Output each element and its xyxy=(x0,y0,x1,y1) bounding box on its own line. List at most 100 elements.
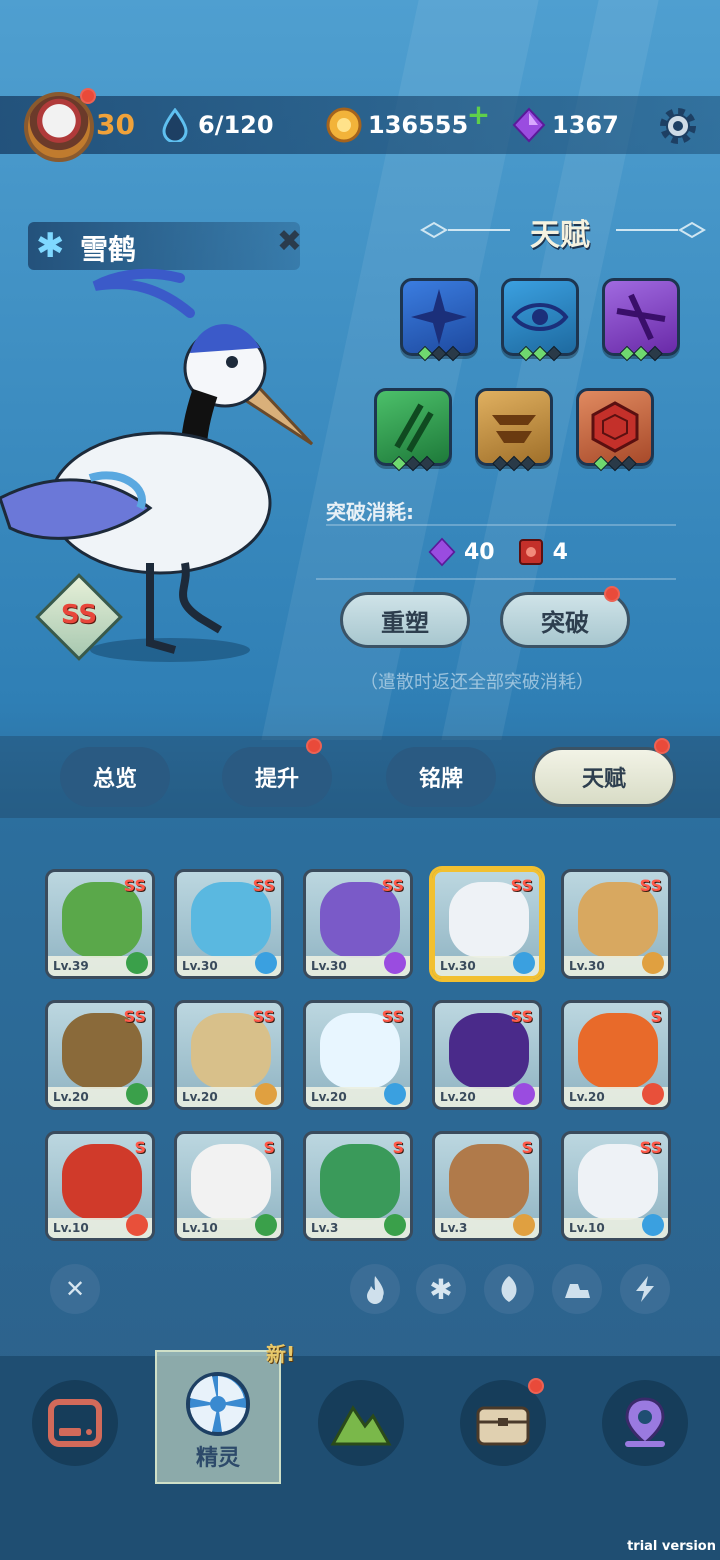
sprite-nav-icon-wrap xyxy=(182,1368,254,1440)
earth-element-icon xyxy=(513,1214,535,1236)
mountain-icon xyxy=(330,1405,392,1446)
hexagon-gem-icon xyxy=(591,401,639,453)
talent-slot-2[interactable] xyxy=(501,278,579,362)
reset-button[interactable]: 重塑 xyxy=(340,592,470,648)
grade-label: SS xyxy=(639,1138,662,1157)
dragon-portrait xyxy=(62,1144,142,1220)
filter-fire-button[interactable] xyxy=(350,1264,400,1314)
grade-label: SS xyxy=(381,1007,404,1026)
ice-element-icon xyxy=(384,1083,406,1105)
talent-title: 天赋 xyxy=(530,218,590,253)
coin-icon xyxy=(326,107,362,143)
filter-earth-button[interactable] xyxy=(552,1264,602,1314)
rock-icon xyxy=(565,1284,590,1298)
lightning-element-icon xyxy=(513,1083,535,1105)
grade-label: SS xyxy=(510,876,533,895)
notification-dot xyxy=(528,1378,544,1394)
watermark: trial version xyxy=(627,1539,716,1554)
sprite-card-firesprite[interactable]: S Lv.20 xyxy=(561,1000,671,1110)
settings-button[interactable] xyxy=(656,104,700,148)
fire-element-icon xyxy=(642,1083,664,1105)
notification-dot xyxy=(306,738,322,754)
nav-item-console[interactable] xyxy=(32,1380,118,1466)
ice-icon: ✱ xyxy=(429,1272,453,1306)
leaf-element-icon xyxy=(384,1214,406,1236)
leaf-element-icon xyxy=(126,952,148,974)
layers-icon xyxy=(492,415,536,443)
earth-element-icon xyxy=(642,952,664,974)
fire-icon xyxy=(367,1276,384,1304)
sprite-card-monkey[interactable]: SS Lv.39 xyxy=(45,869,155,979)
grade-label: S xyxy=(134,1138,146,1157)
grade-label: SS xyxy=(639,876,662,895)
sprite-card-skullbeast[interactable]: SS Lv.20 xyxy=(174,1000,284,1110)
ice-element-icon xyxy=(513,952,535,974)
nav-item-location[interactable] xyxy=(602,1380,688,1466)
sprite-card-icespirit[interactable]: SS Lv.20 xyxy=(303,1000,413,1110)
tab-nameplate[interactable]: 铭牌 xyxy=(386,747,496,807)
cost-label: 突破消耗: xyxy=(326,500,414,524)
fire-element-icon xyxy=(126,1214,148,1236)
notification-dot xyxy=(80,88,96,104)
earth-element-icon xyxy=(255,1083,277,1105)
clear-filter-button[interactable]: ✕ xyxy=(50,1264,100,1314)
player-level: 30 xyxy=(96,108,135,141)
location-pin-icon xyxy=(625,1397,665,1447)
filter-lightning-button[interactable] xyxy=(620,1264,670,1314)
tab-upgrade[interactable]: 提升 xyxy=(222,747,332,807)
sprite-card-mouse[interactable]: SS Lv.30 xyxy=(303,869,413,979)
red-book-icon xyxy=(518,539,543,565)
sprite-card-panda[interactable]: S Lv.10 xyxy=(174,1131,284,1241)
gem-value: 1367 xyxy=(552,111,619,139)
stamina-display: 6/120 xyxy=(160,96,274,154)
lightning-icon xyxy=(636,1276,654,1302)
firesprite-portrait xyxy=(578,1013,658,1089)
filter-leaf-button[interactable] xyxy=(484,1264,534,1314)
close-icon[interactable]: ✖ xyxy=(277,224,302,259)
sprite-card-seed[interactable]: SS Lv.30 xyxy=(561,869,671,979)
water-drop-icon xyxy=(162,108,188,142)
nav-label-sprites: 精灵 xyxy=(195,1446,240,1471)
add-coins-icon[interactable]: + xyxy=(467,98,490,131)
coin-display: 136555 + xyxy=(326,96,490,154)
grade-label: S xyxy=(521,1138,533,1157)
grade-label: SS xyxy=(123,1007,146,1026)
cost-row: 40 4 xyxy=(428,534,568,570)
sprite-card-deer[interactable]: SS Lv.30 xyxy=(174,869,284,979)
grade-label: S xyxy=(263,1138,275,1157)
ice-element-icon xyxy=(642,1214,664,1236)
tab-overview[interactable]: 总览 xyxy=(60,747,170,807)
gem-icon xyxy=(512,107,546,143)
gear-icon xyxy=(660,108,696,144)
talent-slot-1[interactable] xyxy=(400,278,478,362)
grade-label: SS xyxy=(510,1007,533,1026)
sprite-card-shadowcat[interactable]: SS Lv.20 xyxy=(432,1000,542,1110)
claw-icon xyxy=(394,403,434,453)
notification-dot xyxy=(654,738,670,754)
gem-icon xyxy=(428,537,456,567)
aperture-icon xyxy=(186,1372,250,1436)
panda-portrait xyxy=(191,1144,271,1220)
sprite-card-crane-selected[interactable]: SS Lv.30 xyxy=(432,869,542,979)
ornament-right-icon xyxy=(616,221,706,239)
sprite-card-snake[interactable]: S Lv.3 xyxy=(303,1131,413,1241)
talent-slot-6[interactable] xyxy=(576,388,654,472)
tab-talent[interactable]: 天赋 xyxy=(532,747,676,807)
filter-ice-button[interactable]: ✱ xyxy=(416,1264,466,1314)
talent-slot-5[interactable] xyxy=(475,388,553,472)
nav-item-map[interactable] xyxy=(318,1380,404,1466)
leaf-element-icon xyxy=(255,1214,277,1236)
sprite-card-dog[interactable]: S Lv.3 xyxy=(432,1131,542,1241)
cost-item-value: 4 xyxy=(552,539,568,565)
refund-note: （遣散时返还全部突破消耗） xyxy=(360,672,594,693)
talent-slot-4[interactable] xyxy=(374,388,452,472)
sprite-card-crane[interactable]: SS Lv.10 xyxy=(561,1131,671,1241)
ice-element-icon xyxy=(255,952,277,974)
talent-slot-3[interactable] xyxy=(602,278,680,362)
snake-portrait xyxy=(320,1144,400,1220)
lightning-element-icon xyxy=(384,952,406,974)
new-badge: 新! xyxy=(266,1342,296,1366)
ornament-left-icon xyxy=(420,221,510,239)
sprite-card-treant[interactable]: SS Lv.20 xyxy=(45,1000,155,1110)
sprite-card-dragon[interactable]: S Lv.10 xyxy=(45,1131,155,1241)
